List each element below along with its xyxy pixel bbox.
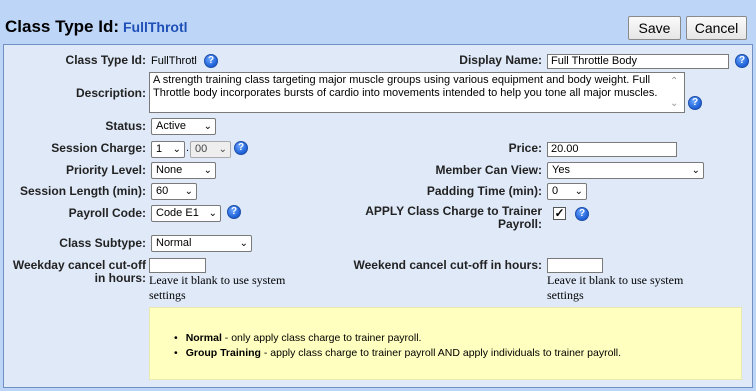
class-subtype-select[interactable]: Normal ⌄ [151,235,252,252]
chevron-down-icon: ⌄ [574,186,583,197]
status-select-value: Active [156,120,186,132]
display-name-label: Display Name: [459,53,542,67]
apply-class-charge-label-line1: APPLY Class Charge to Trainer [365,204,542,218]
payroll-code-value: Code E1 [156,207,199,219]
chevron-down-icon: ⌄ [203,121,212,132]
weekend-cutoff-hint-line1: Leave it blank to use system [547,273,684,287]
class-type-id-label: Class Type Id: [65,53,146,67]
subtype-info-list: Normal - only apply class charge to trai… [174,331,621,361]
session-length-label: Session Length (min): [20,184,146,198]
cancel-button[interactable]: Cancel [686,16,747,40]
chevron-down-icon: ⌄ [184,186,193,197]
chevron-down-icon: ⌄ [208,208,217,219]
weekend-cutoff-input[interactable] [547,258,603,273]
help-icon-payroll-code[interactable]: ? [227,205,241,219]
list-item: Group Training - apply class charge to t… [174,346,621,360]
subtype-info-box: Normal - only apply class charge to trai… [149,307,742,380]
description-textarea[interactable]: A strength training class targeting majo… [149,72,685,113]
payroll-code-select[interactable]: Code E1 ⌄ [151,205,221,222]
chevron-down-icon: ⌄ [203,165,212,176]
display-name-input[interactable]: Full Throttle Body [547,54,729,69]
price-input[interactable]: 20.00 [547,142,677,157]
session-charge-dollars-value: 1 [156,143,163,155]
status-select[interactable]: Active ⌄ [151,118,216,135]
weekday-cutoff-label-line1: Weekday cancel cut-off [12,258,146,272]
weekday-cutoff-label: Weekday cancel cut-off in hours: [5,259,146,285]
help-icon-session-charge[interactable]: ? [234,141,248,155]
price-label: Price: [508,141,542,155]
weekday-cutoff-input[interactable] [149,258,206,273]
priority-level-label: Priority Level: [65,163,146,177]
chevron-down-icon: ⌄ [691,165,700,176]
info-item-term: Normal [185,332,222,344]
member-can-view-select[interactable]: Yes ⌄ [547,162,704,179]
help-icon-display-name[interactable]: ? [735,54,749,68]
priority-level-select[interactable]: None ⌄ [151,162,216,179]
page-title-label: Class Type Id: [5,17,119,36]
member-can-view-label: Member Can View: [435,163,542,177]
session-charge-cents-select: 00 ⌄ [190,141,231,158]
session-charge-dollars-select[interactable]: 1 ⌄ [151,141,185,158]
description-label: Description: [75,86,146,100]
apply-class-charge-checkbox[interactable]: ✓ [553,207,566,220]
header-bar: Class Type Id: FullThrotl Save Cancel [0,0,756,42]
session-charge-cents-value: 00 [195,143,208,155]
weekday-cutoff-hint: Leave it blank to use system settings [149,273,285,303]
info-item-text: - only apply class charge to trainer pay… [221,332,422,344]
save-button[interactable]: Save [628,16,681,40]
description-scrollbar[interactable]: ⌃ ⌄ [670,75,682,110]
padding-time-select[interactable]: 0 ⌄ [547,183,587,200]
priority-level-value: None [156,164,183,176]
class-id-heading: FullThrotl [123,19,188,35]
help-icon-apply-class-charge[interactable]: ? [575,207,589,221]
checkmark-icon: ✓ [554,206,565,220]
help-icon-description[interactable]: ? [688,96,702,110]
description-text: A strength training class targeting majo… [153,74,658,99]
payroll-code-label: Payroll Code: [68,206,146,220]
weekday-cutoff-hint-line1: Leave it blank to use system [149,273,286,287]
class-type-id-value: FullThrotl [151,55,197,67]
weekend-cutoff-hint: Leave it blank to use system settings [547,273,683,303]
list-item: Normal - only apply class charge to trai… [174,331,621,345]
padding-time-label: Padding Time (min): [426,184,542,198]
session-length-select[interactable]: 60 ⌄ [151,183,197,200]
scroll-down-icon[interactable]: ⌄ [670,97,678,110]
session-charge-separator: . [186,142,190,154]
chevron-down-icon: ⌄ [172,144,181,155]
page-title: Class Type Id: FullThrotl [5,17,188,37]
session-charge-label: Session Charge: [51,141,146,155]
weekend-cutoff-hint-line2: settings [547,288,584,302]
weekday-cutoff-hint-line2: settings [149,288,186,302]
apply-class-charge-label-line2: Payroll: [497,217,542,231]
class-subtype-value: Normal [156,237,192,249]
session-length-value: 60 [156,185,169,197]
class-subtype-label: Class Subtype: [59,236,146,250]
apply-class-charge-label: APPLY Class Charge to Trainer Payroll: [340,205,542,231]
info-item-term: Group Training [185,347,261,359]
padding-time-value: 0 [552,185,559,197]
chevron-down-icon: ⌄ [218,144,227,155]
weekend-cutoff-label: Weekend cancel cut-off in hours: [353,258,542,272]
status-label: Status: [105,119,146,133]
help-icon-class-type-id[interactable]: ? [204,54,218,68]
scroll-up-icon[interactable]: ⌃ [670,75,678,88]
info-item-text: - apply class charge to trainer payroll … [260,347,622,359]
weekday-cutoff-label-line2: in hours: [94,271,146,285]
chevron-down-icon: ⌄ [239,238,248,249]
member-can-view-value: Yes [552,164,570,176]
